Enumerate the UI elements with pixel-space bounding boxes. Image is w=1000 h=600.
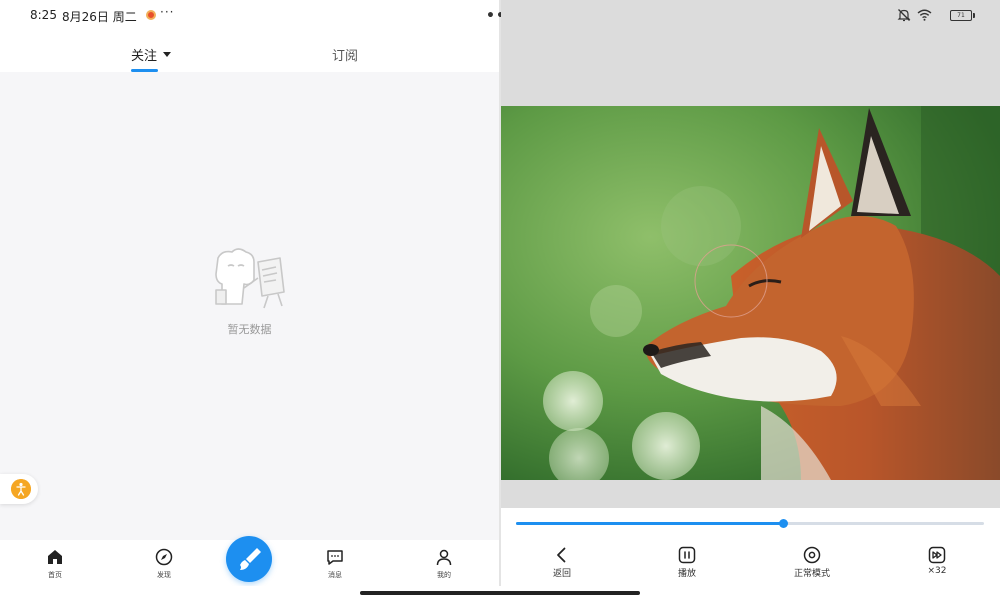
brush-icon bbox=[240, 548, 261, 570]
play-label: 播放 bbox=[677, 569, 696, 579]
status-more-icon: ··· bbox=[160, 5, 175, 19]
tab-subscribe[interactable]: 订阅 bbox=[332, 45, 358, 64]
wifi-icon bbox=[917, 9, 932, 21]
progress-fill bbox=[516, 522, 783, 525]
accessibility-icon bbox=[11, 479, 31, 499]
play-pause-button[interactable]: 播放 bbox=[652, 546, 722, 579]
top-tabs: 关注 订阅 bbox=[0, 32, 499, 72]
empty-state-illustration bbox=[215, 248, 285, 309]
compass-icon bbox=[155, 548, 173, 566]
nav-discover[interactable]: 发现 bbox=[139, 548, 189, 584]
nav-mine-label: 我的 bbox=[437, 571, 451, 579]
tab-follow-dropdown-icon[interactable] bbox=[163, 52, 171, 57]
back-label: 返回 bbox=[552, 569, 571, 579]
progress-slider[interactable] bbox=[516, 519, 984, 528]
mute-bell-icon bbox=[897, 9, 911, 22]
fox-photo[interactable] bbox=[501, 106, 1000, 480]
status-bar-left: 8:25 8月26日 周二 ··· bbox=[0, 0, 499, 32]
nav-discover-label: 发现 bbox=[157, 571, 171, 579]
message-icon bbox=[327, 550, 343, 565]
nav-mine[interactable]: 我的 bbox=[419, 548, 469, 584]
back-arrow-icon bbox=[557, 547, 566, 563]
fast-forward-icon bbox=[928, 546, 946, 564]
status-date: 8月26日 周二 bbox=[62, 10, 137, 24]
image-viewer-pane: 71 返回 播放 正常模式 ×32 bbox=[501, 0, 1000, 586]
floating-assist-button[interactable] bbox=[0, 474, 38, 504]
home-icon bbox=[48, 550, 62, 564]
pause-icon bbox=[678, 546, 696, 564]
mode-button[interactable]: 正常模式 bbox=[777, 546, 847, 579]
battery-tip bbox=[973, 13, 975, 18]
mode-icon bbox=[803, 546, 821, 564]
player-controls: 返回 播放 正常模式 ×32 bbox=[501, 508, 1000, 586]
status-bar-right: 71 bbox=[884, 8, 984, 24]
user-icon bbox=[436, 549, 452, 566]
tab-follow[interactable]: 关注 bbox=[131, 45, 157, 64]
create-button[interactable] bbox=[226, 536, 272, 582]
empty-state-text: 暂无数据 bbox=[227, 323, 272, 336]
speed-button[interactable]: ×32 bbox=[902, 546, 972, 576]
notification-app-icon bbox=[146, 10, 156, 20]
back-button[interactable]: 返回 bbox=[527, 546, 597, 579]
nav-home[interactable]: 首页 bbox=[30, 548, 80, 584]
nav-home-label: 首页 bbox=[48, 571, 62, 579]
mode-label: 正常模式 bbox=[793, 569, 830, 579]
progress-thumb[interactable] bbox=[778, 519, 788, 528]
nav-messages[interactable]: 消息 bbox=[310, 548, 360, 584]
battery-indicator: 71 bbox=[950, 10, 972, 21]
home-indicator[interactable] bbox=[360, 591, 640, 595]
speed-label: ×32 bbox=[927, 566, 947, 576]
status-time: 8:25 bbox=[30, 8, 57, 22]
active-tab-indicator bbox=[131, 69, 158, 72]
nav-messages-label: 消息 bbox=[328, 571, 342, 579]
left-app-pane: 8:25 8月26日 周二 ··· 关注 订阅 暂无数据 首页 发现 消息 我的 bbox=[0, 0, 499, 586]
